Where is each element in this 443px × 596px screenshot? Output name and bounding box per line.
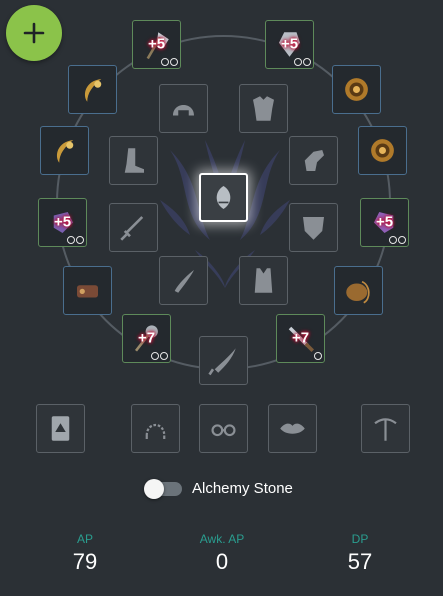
stat-dp-value: 57 — [347, 549, 373, 574]
stat-ap-value: 79 — [72, 549, 98, 574]
toggle-knob[interactable] — [144, 478, 164, 499]
slot-artifact[interactable] — [36, 404, 85, 453]
slot-mace[interactable]: +7 — [122, 314, 171, 363]
enhancement-label: +5 — [147, 35, 166, 53]
stat-ap: AP 79 — [35, 532, 135, 575]
slot-earring-1[interactable] — [40, 126, 89, 175]
slot-ring-1[interactable] — [332, 65, 381, 114]
enhancement-dots — [67, 236, 84, 244]
stat-awk-ap-label: Awk. AP — [199, 532, 245, 546]
alchemy-stone-toggle[interactable] — [144, 478, 182, 499]
slot-costume-lantern[interactable] — [131, 404, 180, 453]
add-button[interactable] — [6, 5, 62, 61]
slot-ring-2[interactable] — [358, 126, 407, 175]
lips-icon — [275, 411, 310, 446]
stat-dp-label: DP — [351, 532, 369, 546]
slot-shield[interactable] — [289, 203, 338, 252]
glasses-icon — [206, 411, 241, 446]
enhancement-label: +5 — [53, 213, 72, 231]
enhancement-label: +7 — [137, 329, 156, 347]
enhancement-label: +5 — [375, 213, 394, 231]
slot-right-gloves[interactable]: +5 — [360, 198, 409, 247]
sword-icon — [116, 210, 151, 245]
shield-icon — [296, 210, 331, 245]
pickaxe-icon — [368, 411, 403, 446]
lantern-icon — [138, 411, 173, 446]
enhancement-dots — [294, 58, 311, 66]
stat-awk-ap: Awk. AP 0 — [172, 532, 272, 575]
enhancement-dots — [151, 352, 168, 360]
slot-boots[interactable] — [109, 136, 158, 185]
slot-left-gloves[interactable]: +5 — [38, 198, 87, 247]
stone-icon — [207, 181, 240, 214]
slot-vest[interactable] — [239, 256, 288, 305]
slot-alchemy-stone[interactable] — [199, 173, 248, 222]
enhancement-label: +7 — [291, 329, 310, 347]
alchemy-stone-toggle-row: Alchemy Stone — [144, 478, 293, 499]
slot-pickaxe[interactable] — [361, 404, 410, 453]
plus-icon — [23, 22, 45, 44]
blade-icon — [206, 343, 241, 378]
slot-dagger[interactable]: +7 — [276, 314, 325, 363]
glove-icon — [296, 143, 331, 178]
lion-ring-icon — [365, 133, 400, 168]
slot-awakening-weapon[interactable] — [199, 336, 248, 385]
crescent-icon — [47, 133, 82, 168]
slot-armor[interactable] — [239, 84, 288, 133]
stat-ap-label: AP — [76, 532, 93, 546]
toggle-label: Alchemy Stone — [192, 480, 293, 497]
enhancement-dots — [389, 236, 406, 244]
knife-icon — [166, 263, 201, 298]
armor-icon — [246, 91, 281, 126]
slot-off-weapon[interactable]: +5 — [265, 20, 314, 69]
slot-mouth[interactable] — [268, 404, 317, 453]
vest-icon — [246, 263, 281, 298]
slot-helmet[interactable] — [159, 84, 208, 133]
slot-gloves[interactable] — [289, 136, 338, 185]
stat-awk-ap-value: 0 — [215, 549, 229, 574]
helmet-icon — [166, 91, 201, 126]
slot-necklace[interactable] — [68, 65, 117, 114]
lion-ring-icon — [339, 72, 374, 107]
enhancement-dots — [314, 352, 322, 360]
slot-sword[interactable] — [109, 203, 158, 252]
slot-main-weapon[interactable]: +5 — [132, 20, 181, 69]
slot-glasses[interactable] — [199, 404, 248, 453]
shell-icon — [341, 273, 376, 308]
boot-icon — [116, 143, 151, 178]
enhancement-label: +5 — [280, 35, 299, 53]
crescent-icon — [75, 72, 110, 107]
tome-icon — [43, 411, 78, 446]
slot-earring-2[interactable] — [334, 266, 383, 315]
enhancement-dots — [161, 58, 178, 66]
slot-knife[interactable] — [159, 256, 208, 305]
stat-dp: DP 57 — [310, 532, 410, 575]
gear-calculator: +5 +5 +7 +5 +5 +7 Alchemy Stone AP 79 Aw… — [0, 0, 443, 596]
slot-belt[interactable] — [63, 266, 112, 315]
belt-icon — [70, 273, 105, 308]
